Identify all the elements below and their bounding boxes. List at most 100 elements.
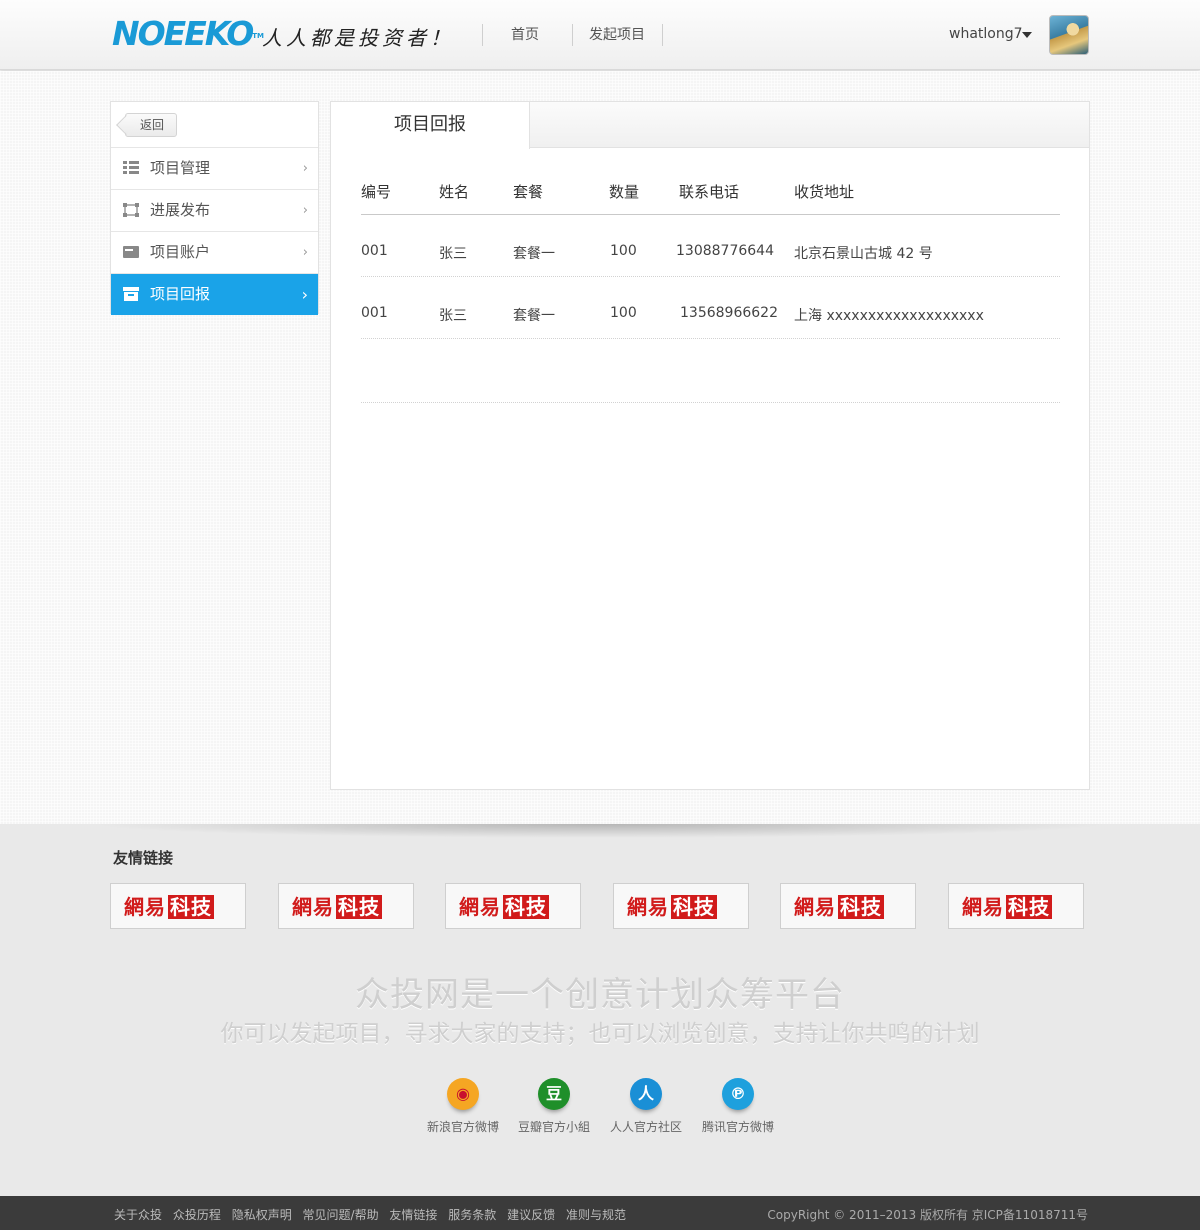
cell-phone: 13088776644 [676,243,774,259]
cell-quantity: 100 [610,243,637,259]
nav-divider [482,24,483,46]
chevron-right-icon: › [302,161,308,176]
footer-divider-shadow [90,824,1110,838]
sidebar: 返回 项目管理 › 进展发布 › 项目账户 › 项目回报 › [110,101,319,315]
rewards-panel: 项目回报 编号 姓名 套餐 数量 联系电话 收货地址 001 张三 套餐一 10… [330,101,1090,790]
logo-text: NOEEKO [112,14,254,53]
panel-header: 项目回报 [331,102,1089,149]
partner-logo-netease-tech[interactable]: 網易 科技 [110,883,246,929]
nav-divider [662,24,663,46]
bottom-bar: 关于众投 众投历程 隐私权声明 常见问题/帮助 友情链接 服务条款 建议反馈 准… [0,1196,1200,1230]
sidebar-item-label: 项目管理 [150,159,211,177]
column-header-name: 姓名 [439,183,470,201]
social-link-renren[interactable]: 人 人人官方社区 [601,1078,691,1135]
partner-logo-netease-tech[interactable]: 網易 科技 [278,883,414,929]
social-label: 腾讯官方微博 [701,1120,774,1134]
douban-icon: 豆 [538,1078,570,1110]
column-header-package: 套餐 [513,183,544,201]
copyright-text: CopyRight © 2011–2013 版权所有 京ICP备11018711… [767,1208,1088,1222]
partner-logo-netease-tech[interactable]: 網易 科技 [445,883,581,929]
partner-logo-text: 網易 [459,895,501,919]
cell-name: 张三 [439,308,467,324]
footer-link-guidelines[interactable]: 准则与规范 [566,1208,626,1222]
bottom-links: 关于众投 众投历程 隐私权声明 常见问题/帮助 友情链接 服务条款 建议反馈 准… [114,1206,633,1223]
cell-quantity: 100 [610,305,637,321]
partner-logo-text: 網易 [794,895,836,919]
social-link-douban[interactable]: 豆 豆瓣官方小組 [509,1078,599,1135]
partner-logo-text: 網易 [627,895,669,919]
footer: 友情链接 網易 科技 網易 科技 網易 科技 網易 科技 網易 科技 網易 科技 众投网是一… [0,824,1200,1196]
partner-logo-text: 網易 [292,895,334,919]
partner-logo-text: 科技 [336,895,382,919]
grid-list-icon [123,161,139,174]
sidebar-item-label: 项目账户 [150,243,211,261]
footer-subtagline: 你可以发起项目，寻求大家的支持；也可以浏览创意，支持让你共鸣的计划 [220,1021,980,1047]
partner-logo-text: 科技 [1006,895,1052,919]
partner-logo-text: 網易 [124,895,166,919]
cell-phone: 13568966622 [680,305,778,321]
chevron-right-icon: › [302,245,308,260]
sidebar-item-project-management[interactable]: 项目管理 › [111,148,318,190]
footer-link-privacy[interactable]: 隐私权声明 [232,1208,292,1222]
footer-tagline: 众投网是一个创意计划众筹平台 [355,975,845,1015]
back-button[interactable]: 返回 [125,113,178,137]
partner-logo-netease-tech[interactable]: 網易 科技 [613,883,749,929]
footer-link-feedback[interactable]: 建议反馈 [507,1208,555,1222]
cell-name: 张三 [439,246,467,262]
social-link-weibo[interactable]: ◉ 新浪官方微博 [418,1078,508,1135]
user-avatar[interactable] [1049,15,1089,55]
chevron-right-icon: › [301,285,308,304]
column-header-id: 编号 [361,183,392,201]
rewards-table: 编号 姓名 套餐 数量 联系电话 收货地址 001 张三 套餐一 100 130… [361,162,1060,403]
sidebar-item-project-rewards[interactable]: 项目回报 › [111,274,318,315]
column-header-quantity: 数量 [609,183,640,201]
caret-down-icon[interactable] [1022,32,1032,38]
cell-address: 上海 xxxxxxxxxxxxxxxxxxx [794,308,984,324]
cell-id: 001 [361,243,388,259]
tab-project-rewards[interactable]: 项目回报 [331,102,530,149]
partner-logo-text: 網易 [962,895,1004,919]
cell-package: 套餐一 [513,308,555,324]
column-header-address: 收货地址 [794,183,855,201]
tencent-weibo-icon: ℗ [722,1078,754,1110]
partner-logo-text: 科技 [671,895,717,919]
user-menu-name[interactable]: whatlong7 [949,25,1023,43]
partner-logo-text: 科技 [168,895,214,919]
table-header: 编号 姓名 套餐 数量 联系电话 收货地址 [361,162,1060,215]
footer-link-history[interactable]: 众投历程 [173,1208,221,1222]
sidebar-back-row: 返回 [111,102,318,148]
footer-link-terms[interactable]: 服务条款 [448,1208,496,1222]
footer-link-about[interactable]: 关于众投 [114,1208,162,1222]
social-link-tencent-weibo[interactable]: ℗ 腾讯官方微博 [693,1078,783,1135]
site-logo[interactable]: NOEEKOTM [112,17,264,50]
nav-divider [572,24,573,46]
cell-id: 001 [361,305,388,321]
nav-home-link[interactable]: 首页 [511,25,539,45]
table-row: 001 张三 套餐一 100 13568966622 上海 xxxxxxxxxx… [361,277,1060,339]
partner-logo-netease-tech[interactable]: 網易 科技 [780,883,916,929]
archive-box-icon [123,287,139,301]
site-slogan: 人人都是投资者！ [262,26,454,50]
table-row: 001 张三 套餐一 100 13088776644 北京石景山古城 42 号 [361,215,1060,277]
social-label: 豆瓣官方小組 [517,1120,590,1134]
frame-icon [123,203,139,217]
partner-logo-netease-tech[interactable]: 網易 科技 [948,883,1084,929]
partner-logo-text: 科技 [838,895,884,919]
sidebar-item-label: 进展发布 [150,201,211,219]
friend-links-title: 友情链接 [113,849,174,867]
cell-address: 北京石景山古城 42 号 [794,246,933,262]
social-label: 新浪官方微博 [426,1120,499,1134]
nav-start-project-link[interactable]: 发起项目 [589,25,645,45]
sidebar-item-progress-publish[interactable]: 进展发布 › [111,190,318,232]
column-header-phone: 联系电话 [679,183,740,201]
footer-link-faq[interactable]: 常见问题/帮助 [303,1208,379,1222]
sidebar-item-project-account[interactable]: 项目账户 › [111,232,318,274]
partner-logo-text: 科技 [503,895,549,919]
weibo-icon: ◉ [447,1078,479,1110]
renren-icon: 人 [630,1078,662,1110]
top-header: NOEEKOTM 人人都是投资者！ 首页 发起项目 whatlong7 [0,0,1200,70]
card-icon [123,246,139,258]
chevron-right-icon: › [302,203,308,218]
footer-link-friend-links[interactable]: 友情链接 [389,1208,437,1222]
sidebar-item-label: 项目回报 [150,285,211,303]
